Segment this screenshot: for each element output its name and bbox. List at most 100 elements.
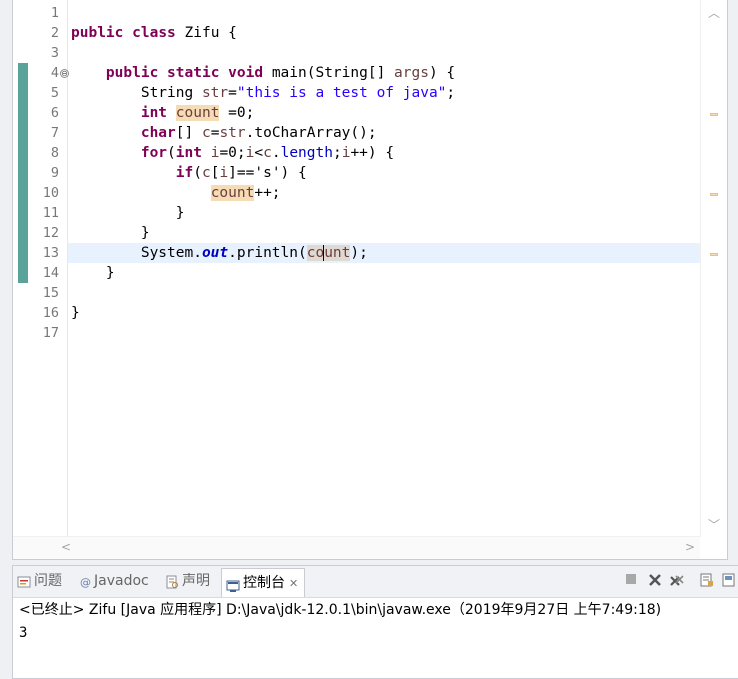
code-token: args <box>394 65 429 81</box>
code-token: c <box>201 125 211 141</box>
code-line[interactable]: } <box>71 263 115 283</box>
code-token: char <box>140 125 176 141</box>
code-token: co <box>306 245 325 261</box>
scroll-lock-icon[interactable] <box>699 573 715 589</box>
code-token: public <box>71 25 124 41</box>
remove-all-terminated-icon[interactable] <box>669 573 685 589</box>
code-token: ; <box>332 145 342 161</box>
line-number: 6 <box>50 105 59 121</box>
scroll-up-icon[interactable]: ︿ <box>708 4 720 21</box>
code-token: count <box>175 105 220 121</box>
code-token: Zifu { <box>175 25 237 41</box>
scroll-down-icon[interactable]: ﹀ <box>708 516 720 533</box>
line-number: 7 <box>50 125 59 141</box>
quick-diff-ruler <box>13 0 29 537</box>
code-token: ++) { <box>350 145 395 161</box>
line-number: 4 <box>50 65 59 81</box>
change-bar <box>18 63 28 283</box>
tab-javadoc[interactable]: @ Javadoc <box>79 569 149 594</box>
code-line[interactable]: } <box>71 203 185 223</box>
code-token: = <box>228 85 237 101</box>
code-line[interactable]: if(c[i]=='s') { <box>71 163 307 183</box>
code-token: System. <box>71 245 202 261</box>
code-token: } <box>71 265 115 281</box>
code-line[interactable]: for(int i=0;i<c.length;i++) { <box>71 143 394 163</box>
tab-label: 声明 <box>182 573 210 589</box>
code-token: i <box>219 165 229 181</box>
scroll-left-icon[interactable]: < <box>61 540 71 554</box>
overview-occurrence-mark[interactable] <box>710 253 718 256</box>
code-line[interactable]: } <box>71 223 150 243</box>
code-line[interactable]: System.out.println(count); <box>71 243 368 263</box>
code-line[interactable]: count++; <box>71 183 281 203</box>
vertical-scrollbar[interactable]: ︿ ﹀ <box>700 0 727 537</box>
line-number: 11 <box>42 205 59 221</box>
terminate-icon[interactable] <box>623 573 639 589</box>
code-token: ( <box>167 145 176 161</box>
java-editor[interactable]: 1 2 3 4 5 6 7 8 9 10 11 12 13 14 15 16 17 ⊖ public class… <box>12 0 728 560</box>
code-token: String <box>71 85 202 101</box>
line-number: 10 <box>42 185 59 201</box>
line-number: 13 <box>42 245 59 261</box>
close-icon[interactable]: ✕ <box>289 577 298 590</box>
tab-problems[interactable]: 问题 <box>17 569 62 594</box>
tab-console[interactable]: 控制台 ✕ <box>221 568 306 597</box>
code-token: unt <box>323 245 351 261</box>
console-process-description: <已终止> Zifu [Java 应用程序] D:\Java\jdk-12.0.… <box>19 602 662 618</box>
code-token: < <box>254 145 264 161</box>
code-token: ) { <box>428 65 456 81</box>
code-token: int <box>140 105 168 121</box>
overview-occurrence-mark[interactable] <box>710 193 718 196</box>
code-token: } <box>71 205 185 221</box>
console-view: 问题 @ Javadoc 声明 控制台 ✕ <已终止> Zifu [Java 应… <box>12 565 738 679</box>
tab-declaration[interactable]: 声明 <box>165 569 210 594</box>
svg-text:@: @ <box>80 576 91 589</box>
code-token: [] <box>175 125 202 141</box>
code-token: str <box>201 85 229 101</box>
line-number: 8 <box>50 145 59 161</box>
code-line[interactable]: int count =0; <box>71 103 254 123</box>
line-number: 12 <box>42 225 59 241</box>
code-token: static <box>167 65 220 81</box>
code-token: void <box>228 65 264 81</box>
code-token: =0; <box>219 105 255 121</box>
view-tab-bar: 问题 @ Javadoc 声明 控制台 ✕ <box>13 566 738 598</box>
code-line[interactable]: } <box>71 303 80 323</box>
horizontal-scrollbar[interactable]: < > <box>13 536 700 559</box>
code-token: out <box>201 245 229 261</box>
remove-launch-icon[interactable] <box>647 573 663 589</box>
scroll-right-icon[interactable]: > <box>685 540 695 554</box>
code-token: for <box>140 145 168 161</box>
fold-collapse-icon[interactable]: ⊖ <box>60 69 69 78</box>
code-line[interactable]: char[] c=str.toCharArray(); <box>71 123 377 143</box>
pin-console-icon[interactable] <box>721 573 737 589</box>
code-line[interactable]: public static void main(String[] args) { <box>71 63 455 83</box>
line-number: 9 <box>50 165 59 181</box>
overview-occurrence-mark[interactable] <box>710 113 718 116</box>
code-token: ); <box>350 245 368 261</box>
code-line[interactable]: public class Zifu { <box>71 23 237 43</box>
code-token: str <box>219 125 246 141</box>
code-token: "this is a test of java" <box>236 85 447 101</box>
code-line[interactable]: String str="this is a test of java"; <box>71 83 455 103</box>
code-token: class <box>132 25 176 41</box>
code-token: .toCharArray(); <box>245 125 377 141</box>
code-token: .println( <box>228 245 307 261</box>
code-token: int <box>175 145 202 161</box>
code-token: =0; <box>219 145 246 161</box>
line-number: 2 <box>50 25 59 41</box>
problems-icon <box>17 573 31 588</box>
code-token: ; <box>446 85 456 101</box>
console-output[interactable]: 3 <box>19 623 27 643</box>
line-number: 17 <box>42 325 59 341</box>
console-icon <box>226 575 240 592</box>
code-token: if <box>175 165 194 181</box>
tab-label: 问题 <box>34 573 62 589</box>
